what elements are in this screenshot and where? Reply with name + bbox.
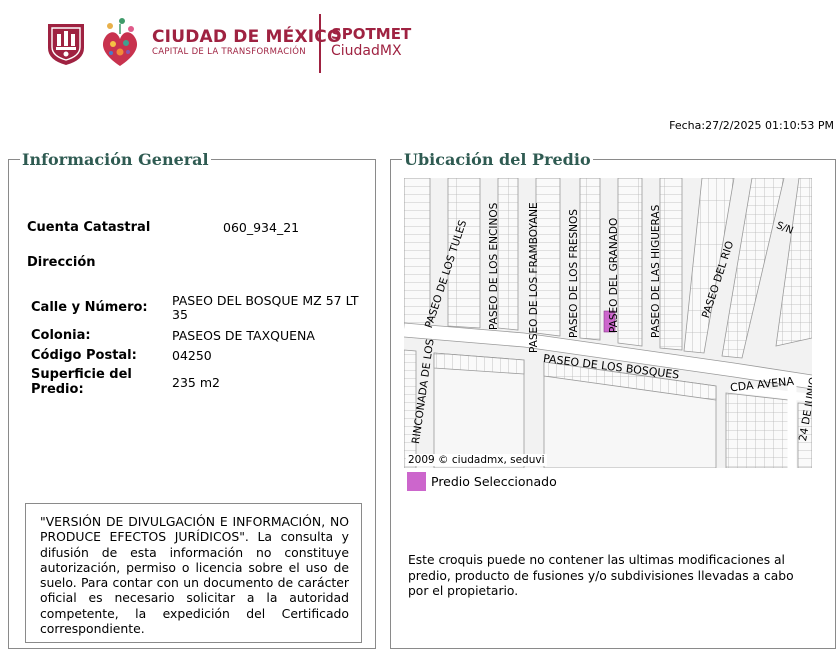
selected-parcel-label: Predio Seleccionado (431, 474, 557, 489)
street-label-framboyane: PASEO DE LOS FRAMBOYANE (528, 202, 540, 353)
header-divider (319, 14, 321, 73)
app-subtitle: CiudadMX (331, 43, 402, 59)
calle-value: PASEO DEL BOSQUE MZ 57 LT 35 (172, 293, 359, 322)
brand-subtitle: CAPITAL DE LA TRANSFORMACIÓN (152, 47, 306, 57)
brand-title: CIUDAD DE MÉXICO (152, 27, 342, 47)
heart-flower-logo (102, 18, 138, 66)
app-title: SPOTMET (331, 25, 412, 43)
codigo-postal-value: 04250 (172, 348, 212, 363)
street-label-granado: PASEO DEL GRANADO (608, 217, 620, 333)
disclaimer-text: "VERSIÓN DE DIVULGACIÓN E INFORMACIÓN, N… (25, 503, 362, 643)
street-label-fresnos: PASEO DE LOS FRESNOS (568, 209, 580, 338)
cuenta-catastral-value: 060_934_21 (223, 220, 300, 235)
superficie-value: 235 m2 (172, 375, 220, 390)
info-general-legend: Información General (20, 150, 211, 169)
fecha-timestamp: Fecha:27/2/2025 01:10:53 PM (669, 119, 834, 132)
croquis-note: Este croquis puede no contener las ultim… (408, 553, 794, 598)
codigo-postal-label: Código Postal: (31, 348, 137, 363)
street-label-higueras: PASEO DE LAS HIGUERAS (650, 204, 662, 338)
map-copyright: 2009 © ciudadmx, seduvi (406, 454, 547, 466)
calle-label: Calle y Número: (31, 300, 148, 315)
selected-parcel-swatch (407, 472, 426, 491)
street-label-encinos: PASEO DE LOS ENCINOS (488, 202, 500, 330)
superficie-label: Superficie del Predio: (31, 367, 132, 397)
cdmx-crest-logo (48, 24, 84, 65)
parcel-map[interactable]: PASEO DE LOS ENCINOS PASEO DE LOS FRAMBO… (404, 178, 812, 468)
ubicacion-legend: Ubicación del Predio (402, 150, 593, 169)
colonia-value: PASEOS DE TAXQUENA (172, 328, 315, 343)
direccion-label: Dirección (27, 255, 96, 270)
colonia-label: Colonia: (31, 328, 91, 343)
cuenta-catastral-label: Cuenta Catastral (27, 220, 151, 235)
